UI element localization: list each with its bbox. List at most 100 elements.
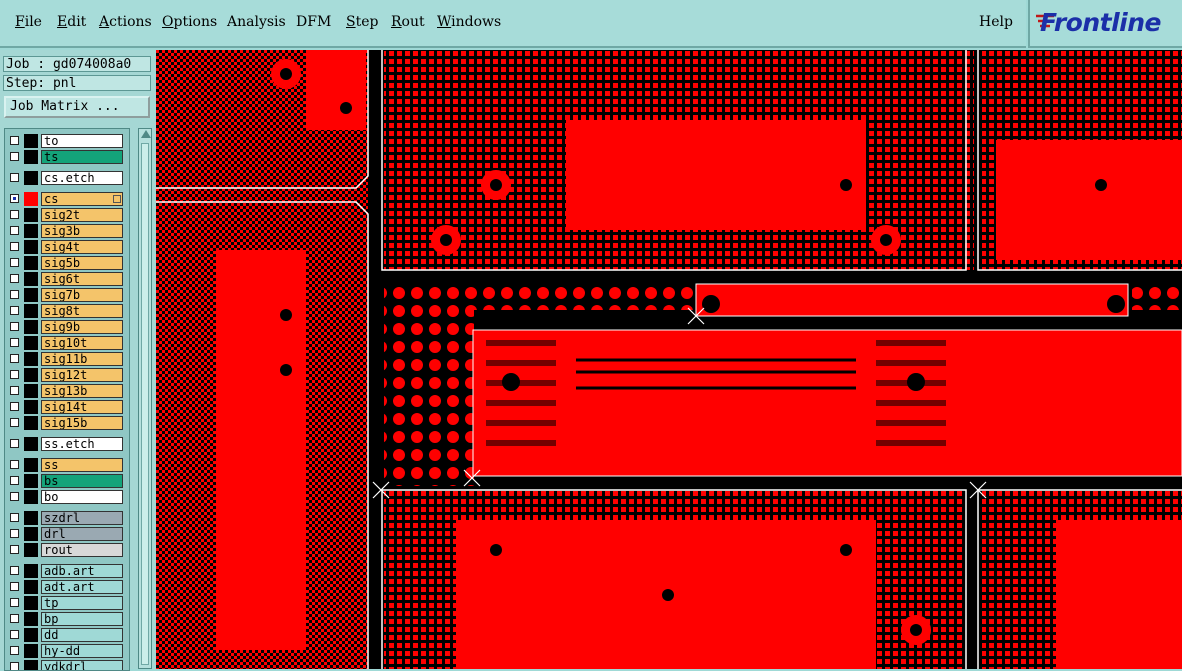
- layer-checkbox[interactable]: [10, 598, 19, 607]
- layer-row-sig4t[interactable]: sig4t: [5, 239, 129, 255]
- layer-checkbox[interactable]: [10, 226, 19, 235]
- layer-row-adt.art[interactable]: adt.art: [5, 579, 129, 595]
- layer-name-button[interactable]: dd: [41, 628, 123, 642]
- layer-checkbox[interactable]: [10, 614, 19, 623]
- layer-name-button[interactable]: rout: [41, 543, 123, 557]
- layer-checkbox[interactable]: [10, 630, 19, 639]
- layer-name-button[interactable]: sig12t: [41, 368, 123, 382]
- layer-checkbox[interactable]: [10, 646, 19, 655]
- layer-name-button[interactable]: ydkdrl: [41, 660, 123, 670]
- layer-name-button[interactable]: sig10t: [41, 336, 123, 350]
- layer-row-ts[interactable]: ts: [5, 149, 129, 165]
- layer-row-tp[interactable]: tp: [5, 595, 129, 611]
- layer-name-button[interactable]: sig6t: [41, 272, 123, 286]
- layer-checkbox[interactable]: [10, 545, 19, 554]
- layer-name-button[interactable]: sig4t: [41, 240, 123, 254]
- layer-checkbox[interactable]: [10, 354, 19, 363]
- layer-row-sig9b[interactable]: sig9b: [5, 319, 129, 335]
- menu-step[interactable]: Step: [346, 14, 378, 30]
- layer-checkbox[interactable]: [10, 173, 19, 182]
- layer-name-button[interactable]: cs.etch: [41, 171, 123, 185]
- layer-checkbox[interactable]: [10, 476, 19, 485]
- layer-name-button[interactable]: hy-dd: [41, 644, 123, 658]
- layer-row-bo[interactable]: bo: [5, 489, 129, 505]
- layer-row-ydkdrl[interactable]: ydkdrl: [5, 659, 129, 670]
- layer-checkbox[interactable]: [10, 322, 19, 331]
- layer-row-ss[interactable]: ss: [5, 457, 129, 473]
- layer-list-scrollbar[interactable]: [138, 128, 152, 669]
- layer-name-button[interactable]: ss: [41, 458, 123, 472]
- layer-checkbox[interactable]: [10, 306, 19, 315]
- layer-row-bs[interactable]: bs: [5, 473, 129, 489]
- layer-row-sig3b[interactable]: sig3b: [5, 223, 129, 239]
- layer-row-sig6t[interactable]: sig6t: [5, 271, 129, 287]
- layer-name-button[interactable]: sig14t: [41, 400, 123, 414]
- layer-row-sig13b[interactable]: sig13b: [5, 383, 129, 399]
- layer-checkbox[interactable]: [10, 290, 19, 299]
- layer-checkbox[interactable]: [10, 274, 19, 283]
- layer-checkbox[interactable]: [10, 460, 19, 469]
- layer-checkbox[interactable]: [10, 152, 19, 161]
- layer-name-button[interactable]: bp: [41, 612, 123, 626]
- layer-name-button[interactable]: sig15b: [41, 416, 123, 430]
- layer-checkbox[interactable]: [10, 566, 19, 575]
- layer-name-button[interactable]: bo: [41, 490, 123, 504]
- layer-name-button[interactable]: ts: [41, 150, 123, 164]
- layer-name-button[interactable]: sig13b: [41, 384, 123, 398]
- layer-row-sig8t[interactable]: sig8t: [5, 303, 129, 319]
- layer-row-sig5b[interactable]: sig5b: [5, 255, 129, 271]
- layer-name-button[interactable]: ss.etch: [41, 437, 123, 451]
- layer-row-sig2t[interactable]: sig2t: [5, 207, 129, 223]
- pcb-layer-view[interactable]: [156, 50, 1182, 669]
- layer-checkbox[interactable]: [10, 370, 19, 379]
- menu-file[interactable]: File: [15, 14, 42, 30]
- layer-name-button[interactable]: sig7b: [41, 288, 123, 302]
- layer-row-rout[interactable]: rout: [5, 542, 129, 558]
- layer-row-adb.art[interactable]: adb.art: [5, 563, 129, 579]
- layer-checkbox[interactable]: [10, 513, 19, 522]
- layer-row-dd[interactable]: dd: [5, 627, 129, 643]
- layer-checkbox[interactable]: [10, 210, 19, 219]
- layer-row-cs[interactable]: cs: [5, 191, 129, 207]
- layer-checkbox[interactable]: [10, 242, 19, 251]
- layer-row-sig15b[interactable]: sig15b: [5, 415, 129, 431]
- layer-row-sig10t[interactable]: sig10t: [5, 335, 129, 351]
- menu-dfm[interactable]: DFM: [296, 14, 331, 30]
- layer-name-button[interactable]: bs: [41, 474, 123, 488]
- graphic-editor-canvas[interactable]: [156, 50, 1182, 669]
- layer-checkbox[interactable]: [10, 258, 19, 267]
- layer-row-cs.etch[interactable]: cs.etch: [5, 170, 129, 186]
- scroll-up-icon[interactable]: [141, 130, 151, 138]
- menu-edit[interactable]: Edit: [57, 14, 86, 30]
- layer-checkbox[interactable]: [10, 492, 19, 501]
- layer-checkbox[interactable]: [10, 439, 19, 448]
- layer-name-button[interactable]: sig9b: [41, 320, 123, 334]
- layer-row-sig7b[interactable]: sig7b: [5, 287, 129, 303]
- layer-checkbox[interactable]: [10, 662, 19, 670]
- layer-name-button[interactable]: drl: [41, 527, 123, 541]
- layer-row-hy-dd[interactable]: hy-dd: [5, 643, 129, 659]
- layer-name-button[interactable]: szdrl: [41, 511, 123, 525]
- layer-checkbox[interactable]: [10, 582, 19, 591]
- layer-row-sig11b[interactable]: sig11b: [5, 351, 129, 367]
- menu-analysis[interactable]: Analysis: [227, 14, 286, 30]
- layer-name-button[interactable]: sig3b: [41, 224, 123, 238]
- layer-name-button[interactable]: tp: [41, 596, 123, 610]
- layer-row-to[interactable]: to: [5, 133, 129, 149]
- layer-checkbox[interactable]: [10, 418, 19, 427]
- layer-checkbox[interactable]: [10, 136, 19, 145]
- scroll-thumb[interactable]: [141, 143, 149, 665]
- layer-name-button[interactable]: cs: [41, 192, 123, 206]
- layer-checkbox[interactable]: [10, 386, 19, 395]
- layer-name-button[interactable]: adb.art: [41, 564, 123, 578]
- layer-row-bp[interactable]: bp: [5, 611, 129, 627]
- layer-name-button[interactable]: sig8t: [41, 304, 123, 318]
- menu-options[interactable]: Options: [162, 14, 217, 30]
- layer-row-ss.etch[interactable]: ss.etch: [5, 436, 129, 452]
- menu-rout[interactable]: Rout: [391, 14, 425, 30]
- layer-row-szdrl[interactable]: szdrl: [5, 510, 129, 526]
- layer-name-button[interactable]: sig11b: [41, 352, 123, 366]
- layer-name-button[interactable]: sig2t: [41, 208, 123, 222]
- layer-checkbox[interactable]: [10, 194, 19, 203]
- layer-name-button[interactable]: adt.art: [41, 580, 123, 594]
